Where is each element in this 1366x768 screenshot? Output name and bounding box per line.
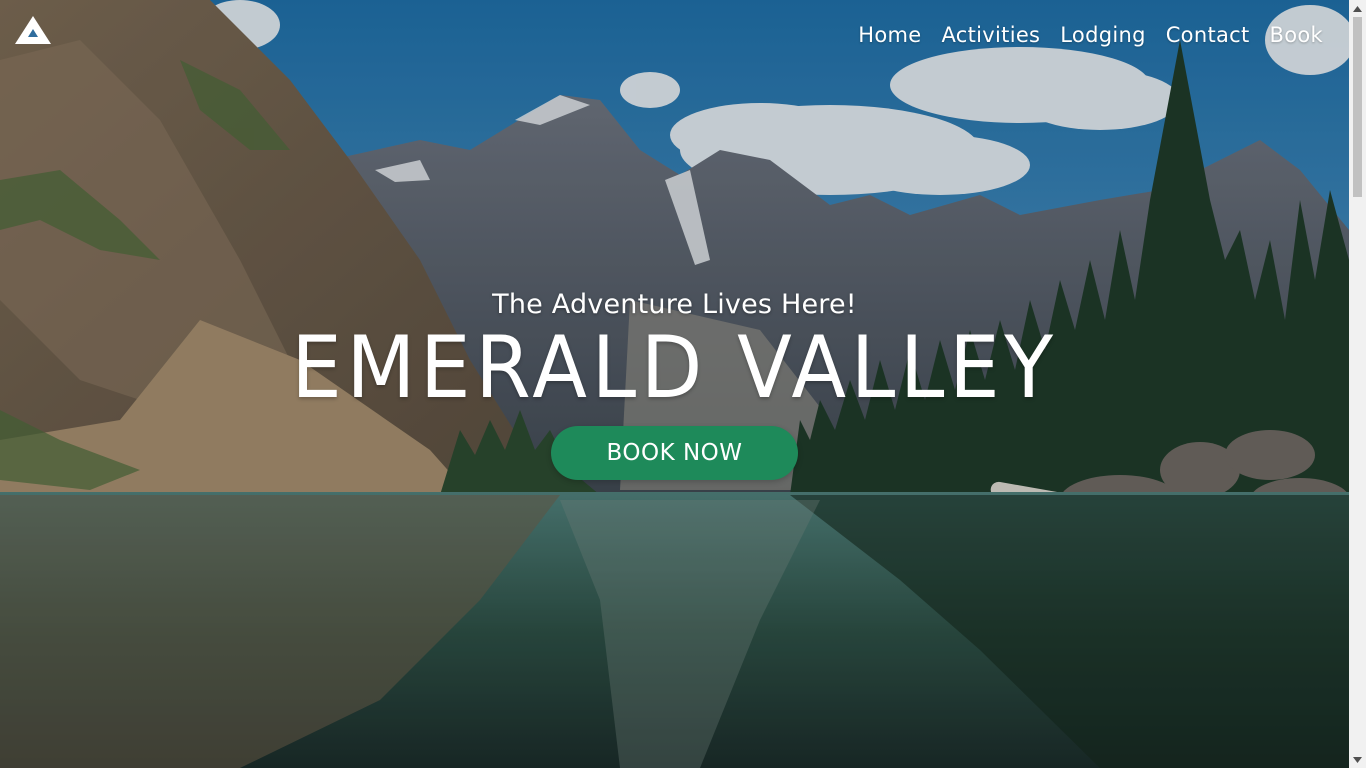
book-now-button[interactable]: BOOK NOW bbox=[551, 426, 798, 480]
nav-link-home[interactable]: Home bbox=[858, 20, 921, 50]
main-nav: Home Activities Lodging Contact Book bbox=[838, 20, 1323, 50]
nav-link-book[interactable]: Book bbox=[1270, 20, 1323, 50]
arrow-up-icon[interactable] bbox=[1349, 0, 1366, 17]
arrow-down-icon[interactable] bbox=[1349, 751, 1366, 768]
nav-link-activities[interactable]: Activities bbox=[941, 20, 1040, 50]
hero-section: Home Activities Lodging Contact Book The… bbox=[0, 0, 1349, 768]
page-scrollbar[interactable] bbox=[1349, 0, 1366, 768]
mountain-logo-icon[interactable] bbox=[14, 14, 52, 46]
nav-link-contact[interactable]: Contact bbox=[1166, 20, 1250, 50]
hero-title: EMERALD VALLEY bbox=[291, 318, 1058, 418]
scrollbar-thumb[interactable] bbox=[1353, 17, 1362, 197]
nav-link-lodging[interactable]: Lodging bbox=[1060, 20, 1145, 50]
